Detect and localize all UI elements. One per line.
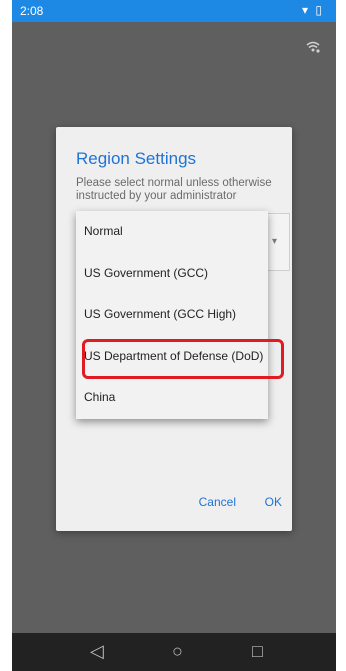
- dialog-actions: Cancel OK: [56, 495, 292, 515]
- wifi-settings-icon: [306, 40, 320, 56]
- chevron-down-icon: ▾: [271, 236, 277, 247]
- recents-icon[interactable]: □: [252, 642, 263, 660]
- region-dropdown-menu: Normal US Government (GCC) US Government…: [76, 211, 268, 419]
- dropdown-item-china[interactable]: China: [76, 377, 268, 419]
- status-icons: ▾ ▯: [302, 3, 324, 17]
- cancel-button[interactable]: Cancel: [199, 495, 236, 509]
- status-bar: 2:08 ▾ ▯: [12, 0, 336, 22]
- dialog-subtitle: Please select normal unless otherwise in…: [76, 177, 272, 202]
- status-time: 2:08: [20, 4, 44, 18]
- navigation-bar: ◁ ○ □: [12, 633, 336, 671]
- ok-button[interactable]: OK: [265, 495, 282, 509]
- phone-screen: 2:08 ▾ ▯ Region Settings Please select n…: [12, 0, 336, 671]
- dropdown-item-normal[interactable]: Normal: [76, 211, 268, 253]
- highlight-box: [82, 339, 284, 379]
- dropdown-item-us-gov-gcc[interactable]: US Government (GCC): [76, 253, 268, 295]
- back-icon[interactable]: ◁: [90, 642, 104, 660]
- dialog-title: Region Settings: [76, 149, 197, 168]
- dropdown-item-us-gov-gcc-high[interactable]: US Government (GCC High): [76, 294, 268, 336]
- home-icon[interactable]: ○: [172, 642, 183, 660]
